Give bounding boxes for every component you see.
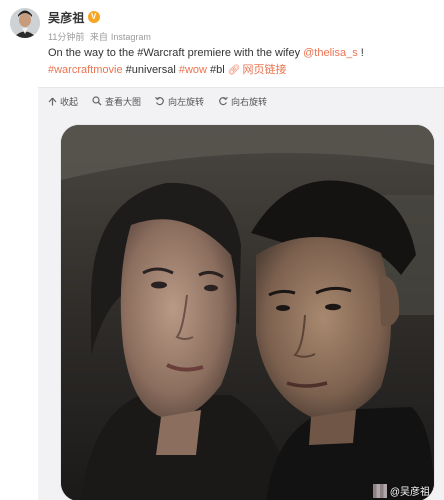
- link-icon: 🔗︎: [227, 65, 241, 76]
- hashtag-line: #warcraftmovie #universal #wow #bl 🔗︎ 网页链…: [48, 62, 438, 79]
- watermark: @吴彦祖: [372, 483, 430, 498]
- view-large-label: 查看大图: [105, 96, 142, 107]
- verified-icon: V: [87, 11, 100, 23]
- rotate-right-label: 向右旋转: [231, 96, 268, 107]
- post-photo[interactable]: @吴彦祖: [61, 125, 434, 500]
- post-meta: 11分钟前 来自 Instagram: [48, 30, 154, 43]
- avatar[interactable]: [10, 8, 40, 38]
- weibo-post: 吴彦祖 V 11分钟前 来自 Instagram On the way to th…: [0, 0, 444, 500]
- post-source[interactable]: Instagram: [111, 32, 151, 42]
- post-text-line: On the way to the #Warcraft premiere wit…: [48, 45, 438, 62]
- author-name[interactable]: 吴彦祖: [48, 9, 85, 26]
- hashtag-bl[interactable]: #bl: [210, 64, 225, 76]
- mention-link[interactable]: @thelisa_s: [303, 47, 358, 59]
- rotate-right-button[interactable]: 向右旋转: [218, 95, 267, 108]
- collapse-label: 收起: [60, 96, 79, 107]
- web-link[interactable]: 🔗︎ 网页链接: [228, 62, 287, 79]
- zoom-icon: [92, 96, 102, 106]
- author-row: 吴彦祖 V: [48, 9, 100, 25]
- post-text: On the way to the #Warcraft premiere wit…: [48, 47, 304, 59]
- rotate-left-icon: [155, 96, 164, 106]
- view-large-button[interactable]: 查看大图: [92, 95, 141, 108]
- collapse-icon: [48, 97, 57, 105]
- post-header: 吴彦祖 V 11分钟前 来自 Instagram On the way to th…: [0, 0, 444, 86]
- collapse-button[interactable]: 收起: [48, 95, 78, 108]
- rotate-left-button[interactable]: 向左旋转: [155, 95, 204, 108]
- post-content: On the way to the #Warcraft premiere wit…: [48, 45, 438, 79]
- source-prefix: 来自: [89, 32, 108, 42]
- watermark-text: @吴彦祖: [389, 487, 430, 498]
- rotate-right-icon: [219, 96, 228, 106]
- hashtag-universal[interactable]: #universal: [126, 64, 176, 76]
- media-box: 收起 查看大图 向左旋转 向右旋转 @吴彦祖: [38, 87, 444, 500]
- post-text-end: !: [357, 47, 364, 59]
- web-link-label: 网页链接: [242, 64, 287, 76]
- image-toolbar: 收起 查看大图 向左旋转 向右旋转: [38, 88, 267, 114]
- hashtag-wow[interactable]: #wow: [179, 64, 207, 76]
- post-time[interactable]: 11分钟前: [48, 32, 84, 42]
- hashtag-warcraftmovie[interactable]: #warcraftmovie: [48, 64, 123, 76]
- mosaic-icon: [372, 483, 387, 498]
- rotate-left-label: 向左旋转: [168, 96, 205, 107]
